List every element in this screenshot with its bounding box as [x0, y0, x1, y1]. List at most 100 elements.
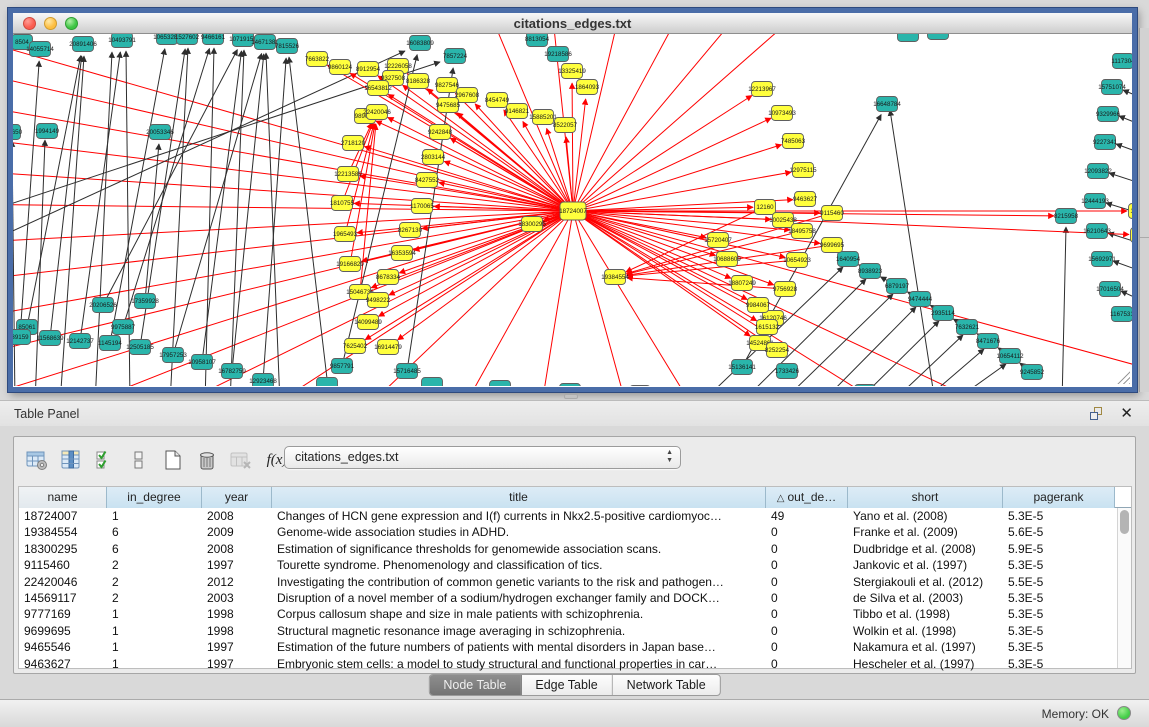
- graph-node[interactable]: 10958107: [188, 355, 216, 370]
- graph-node[interactable]: [898, 34, 919, 42]
- graph-node[interactable]: 1965493: [333, 227, 358, 242]
- graph-node[interactable]: 15958: [1129, 204, 1133, 219]
- graph-node[interactable]: 10654923: [783, 253, 811, 268]
- graph-node[interactable]: 11568639: [36, 331, 64, 346]
- graph-node[interactable]: 2650650: [13, 125, 23, 140]
- graph-edge[interactable]: [398, 211, 573, 340]
- table-row[interactable]: 2242004622012Investigating the contribut…: [19, 574, 1131, 590]
- graph-edge[interactable]: [573, 118, 771, 211]
- graph-edge[interactable]: [1123, 90, 1132, 101]
- scrollbar-thumb[interactable]: [1120, 510, 1129, 534]
- graph-edge[interactable]: [572, 83, 573, 211]
- graph-edge[interactable]: [573, 211, 700, 386]
- graph-edge[interactable]: [1113, 261, 1132, 274]
- splitter-grip[interactable]: [564, 394, 578, 399]
- graph-edge[interactable]: [573, 96, 752, 211]
- table-row[interactable]: 911546021997Tourette syndrome. Phenomeno…: [19, 557, 1131, 573]
- table-row[interactable]: 977716911998Corpus callosum shape and si…: [19, 606, 1131, 622]
- graph-node[interactable]: 7485063: [781, 134, 806, 149]
- column-header-in_degree[interactable]: in_degree: [107, 487, 202, 508]
- graph-node[interactable]: 15720407: [704, 233, 732, 248]
- graph-node[interactable]: 9463627: [793, 192, 818, 207]
- graph-edge[interactable]: [13, 64, 573, 211]
- graph-node[interactable]: 39159: [13, 330, 31, 345]
- graph-node[interactable]: 7663822: [305, 52, 330, 67]
- graph-node[interactable]: [630, 386, 651, 387]
- graph-node[interactable]: 8454749: [485, 93, 510, 108]
- graph-edge[interactable]: [202, 51, 241, 362]
- graph-node[interactable]: 15716485: [393, 364, 421, 379]
- graph-edge[interactable]: [20, 61, 39, 337]
- graph-node[interactable]: 1864093: [575, 80, 600, 95]
- graph-node[interactable]: 12505185: [126, 340, 154, 355]
- column-header-year[interactable]: year: [202, 487, 272, 508]
- graph-node[interactable]: 10973493: [768, 106, 796, 121]
- graph-node[interactable]: 12975115: [789, 163, 817, 178]
- graph-edge[interactable]: [573, 211, 1054, 216]
- graph-edge[interactable]: [573, 34, 625, 211]
- graph-node[interactable]: 9984067: [746, 298, 771, 313]
- graph-edge[interactable]: [13, 99, 573, 211]
- graph-node[interactable]: 8678334: [376, 270, 401, 285]
- table-mode-icon[interactable]: [22, 445, 52, 475]
- graph-node[interactable]: 1810755: [330, 196, 355, 211]
- graph-node[interactable]: 9857791: [330, 359, 355, 374]
- tab-edge-table[interactable]: Edge Table: [521, 675, 612, 695]
- graph-edge[interactable]: [1109, 173, 1132, 186]
- graph-node[interactable]: 7625402: [343, 339, 368, 354]
- graph-edge[interactable]: [205, 48, 214, 386]
- graph-edge[interactable]: [123, 48, 209, 327]
- column-header-out_de[interactable]: △out_de…: [766, 487, 848, 508]
- graph-node[interactable]: 20891406: [69, 37, 97, 52]
- graph-edge[interactable]: [388, 117, 573, 211]
- graph-node[interactable]: 16353594: [388, 246, 416, 261]
- graph-node[interactable]: [560, 384, 581, 387]
- graph-node[interactable]: 15136141: [728, 360, 756, 375]
- graph-edge[interactable]: [103, 50, 237, 305]
- graph-node[interactable]: 18807249: [728, 276, 756, 291]
- graph-edge[interactable]: [13, 34, 573, 211]
- graph-edge[interactable]: [360, 176, 573, 211]
- graph-node[interactable]: 8471676: [976, 334, 1001, 349]
- graph-node[interactable]: 20053346: [146, 125, 174, 140]
- float-panel-icon[interactable]: [1090, 407, 1105, 421]
- network-graph[interactable]: 8504140557142089140610493791106532871527…: [13, 34, 1132, 386]
- graph-edge[interactable]: [13, 211, 573, 364]
- graph-edge[interactable]: [266, 53, 280, 386]
- graph-node[interactable]: 17957253: [159, 348, 187, 363]
- table-row[interactable]: 946554611997Estimation of the future num…: [19, 639, 1131, 655]
- graph-node[interactable]: 2935114: [931, 306, 955, 321]
- column-header-title[interactable]: title: [272, 487, 766, 508]
- graph-edge[interactable]: [399, 211, 573, 273]
- graph-node[interactable]: 10654112: [996, 349, 1024, 364]
- graph-node[interactable]: [855, 385, 876, 387]
- graph-node[interactable]: 8938923: [858, 264, 883, 279]
- graph-edge[interactable]: [627, 278, 785, 289]
- graph-edge[interactable]: [376, 121, 573, 211]
- vertical-scrollbar[interactable]: [1117, 508, 1131, 668]
- graph-node[interactable]: 9146821: [505, 104, 530, 119]
- graph-node[interactable]: 16543812: [364, 81, 392, 96]
- table-row[interactable]: 1872400712008Changes of HCN gene express…: [19, 508, 1131, 524]
- graph-node[interactable]: 9242848: [428, 125, 453, 140]
- graph-node[interactable]: 8427552: [415, 173, 440, 188]
- graph-node[interactable]: 7815526: [275, 39, 300, 54]
- graph-edge[interactable]: [573, 211, 1005, 386]
- column-header-pagerank[interactable]: pagerank: [1003, 487, 1115, 508]
- graph-node[interactable]: 12444193: [1081, 194, 1109, 209]
- graph-node[interactable]: 18495758: [788, 224, 816, 239]
- graph-node[interactable]: [422, 378, 443, 387]
- graph-node[interactable]: 19384554: [601, 270, 629, 285]
- graph-node[interactable]: 1167531: [1110, 307, 1132, 322]
- graph-edge[interactable]: [573, 99, 586, 211]
- graph-node[interactable]: 16914479: [374, 340, 402, 355]
- graph-edge[interactable]: [50, 56, 82, 338]
- graph-node[interactable]: 18724007: [559, 202, 587, 220]
- graph-node[interactable]: 1527602: [175, 34, 200, 45]
- graph-node[interactable]: 14099489: [354, 315, 382, 330]
- graph-node[interactable]: 1733426: [775, 364, 800, 379]
- graph-node[interactable]: 8267130: [398, 223, 423, 238]
- graph-edge[interactable]: [1116, 144, 1132, 156]
- graph-node[interactable]: 6879197: [885, 279, 910, 294]
- row-height-icon[interactable]: [124, 445, 154, 475]
